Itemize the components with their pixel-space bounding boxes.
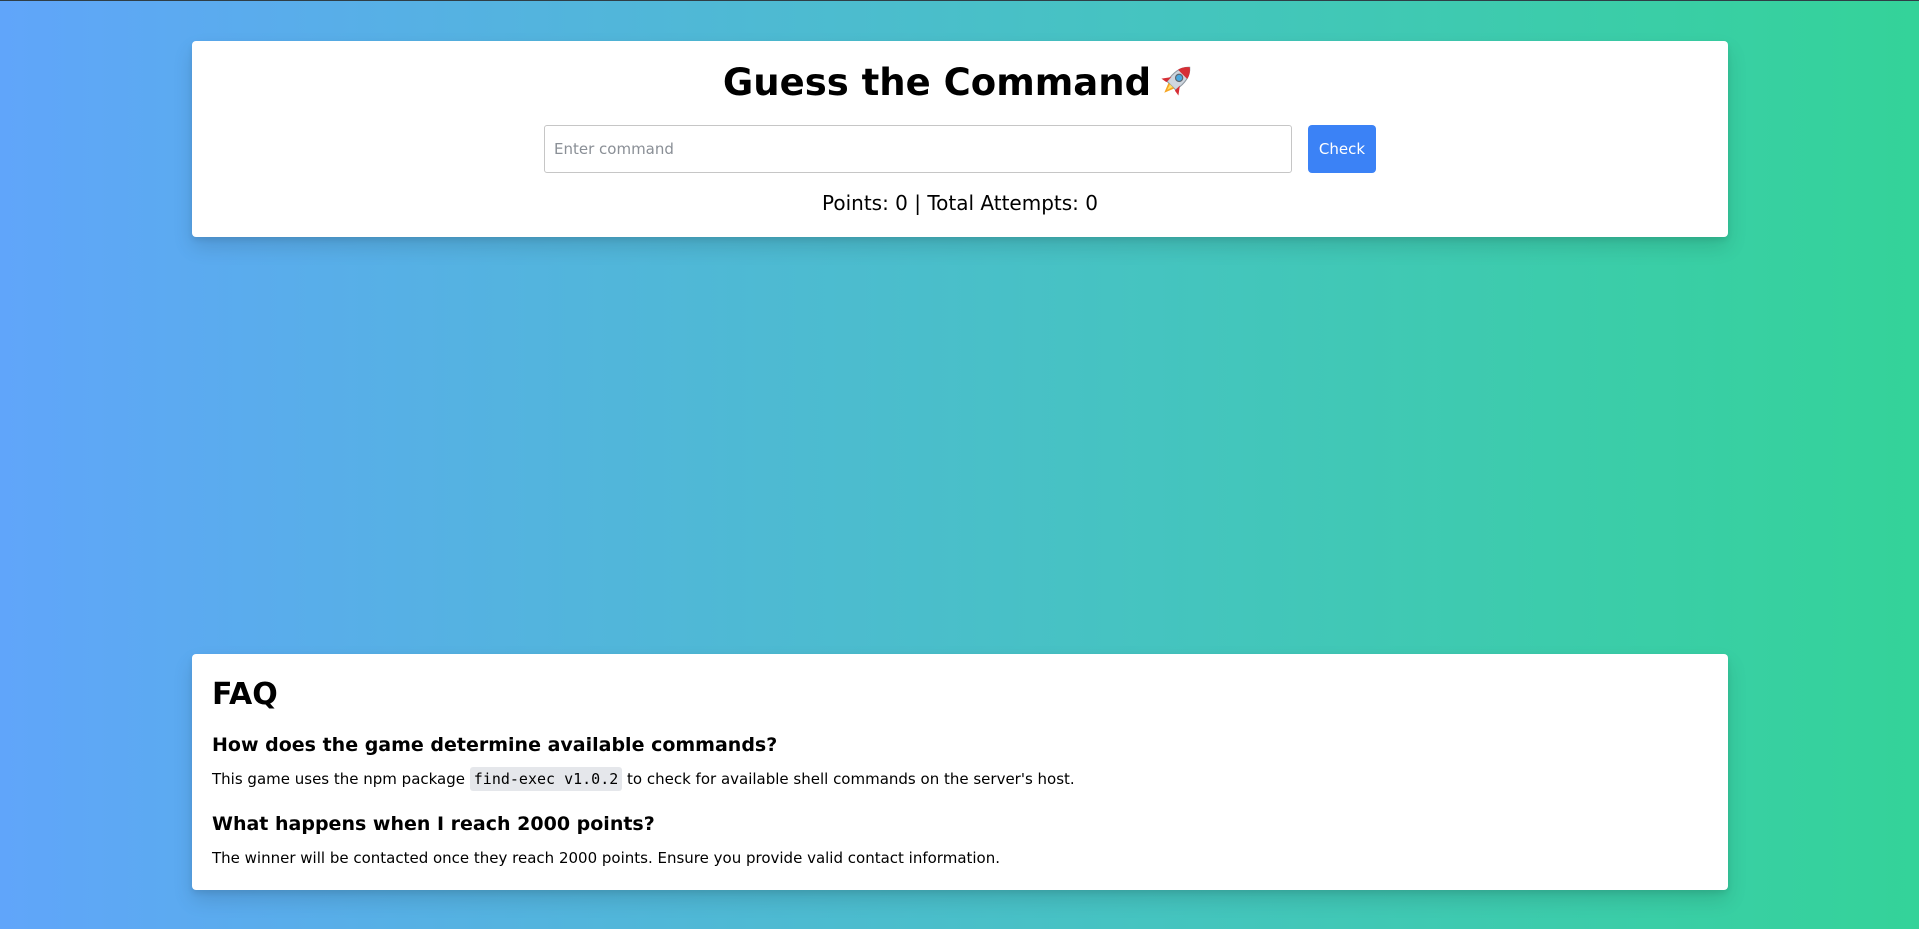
faq-card: FAQ How does the game determine availabl… xyxy=(192,654,1728,890)
rocket-icon xyxy=(1161,66,1191,96)
faq-answer: The winner will be contacted once they r… xyxy=(212,849,1001,867)
score-status: Points: 0 | Total Attempts: 0 xyxy=(822,191,1098,215)
faq-answer-text: to check for available shell commands on… xyxy=(622,770,1075,788)
game-card: Guess the Command Check Points: 0 | Tota… xyxy=(192,41,1728,237)
check-button[interactable]: Check xyxy=(1308,125,1376,173)
faq-question: How does the game determine available co… xyxy=(212,734,778,756)
command-input[interactable] xyxy=(544,125,1292,173)
top-border-line xyxy=(0,0,1919,1)
page-title: Guess the Command xyxy=(192,58,1728,108)
faq-answer-text: This game uses the npm package xyxy=(212,770,470,788)
package-code: find-exec v1.0.2 xyxy=(469,767,623,791)
page-title-text: Guess the Command xyxy=(722,61,1152,104)
faq-question: What happens when I reach 2000 points? xyxy=(212,813,655,835)
faq-title: FAQ xyxy=(212,677,278,712)
faq-answer: This game uses the npm package find-exec… xyxy=(212,765,1708,793)
